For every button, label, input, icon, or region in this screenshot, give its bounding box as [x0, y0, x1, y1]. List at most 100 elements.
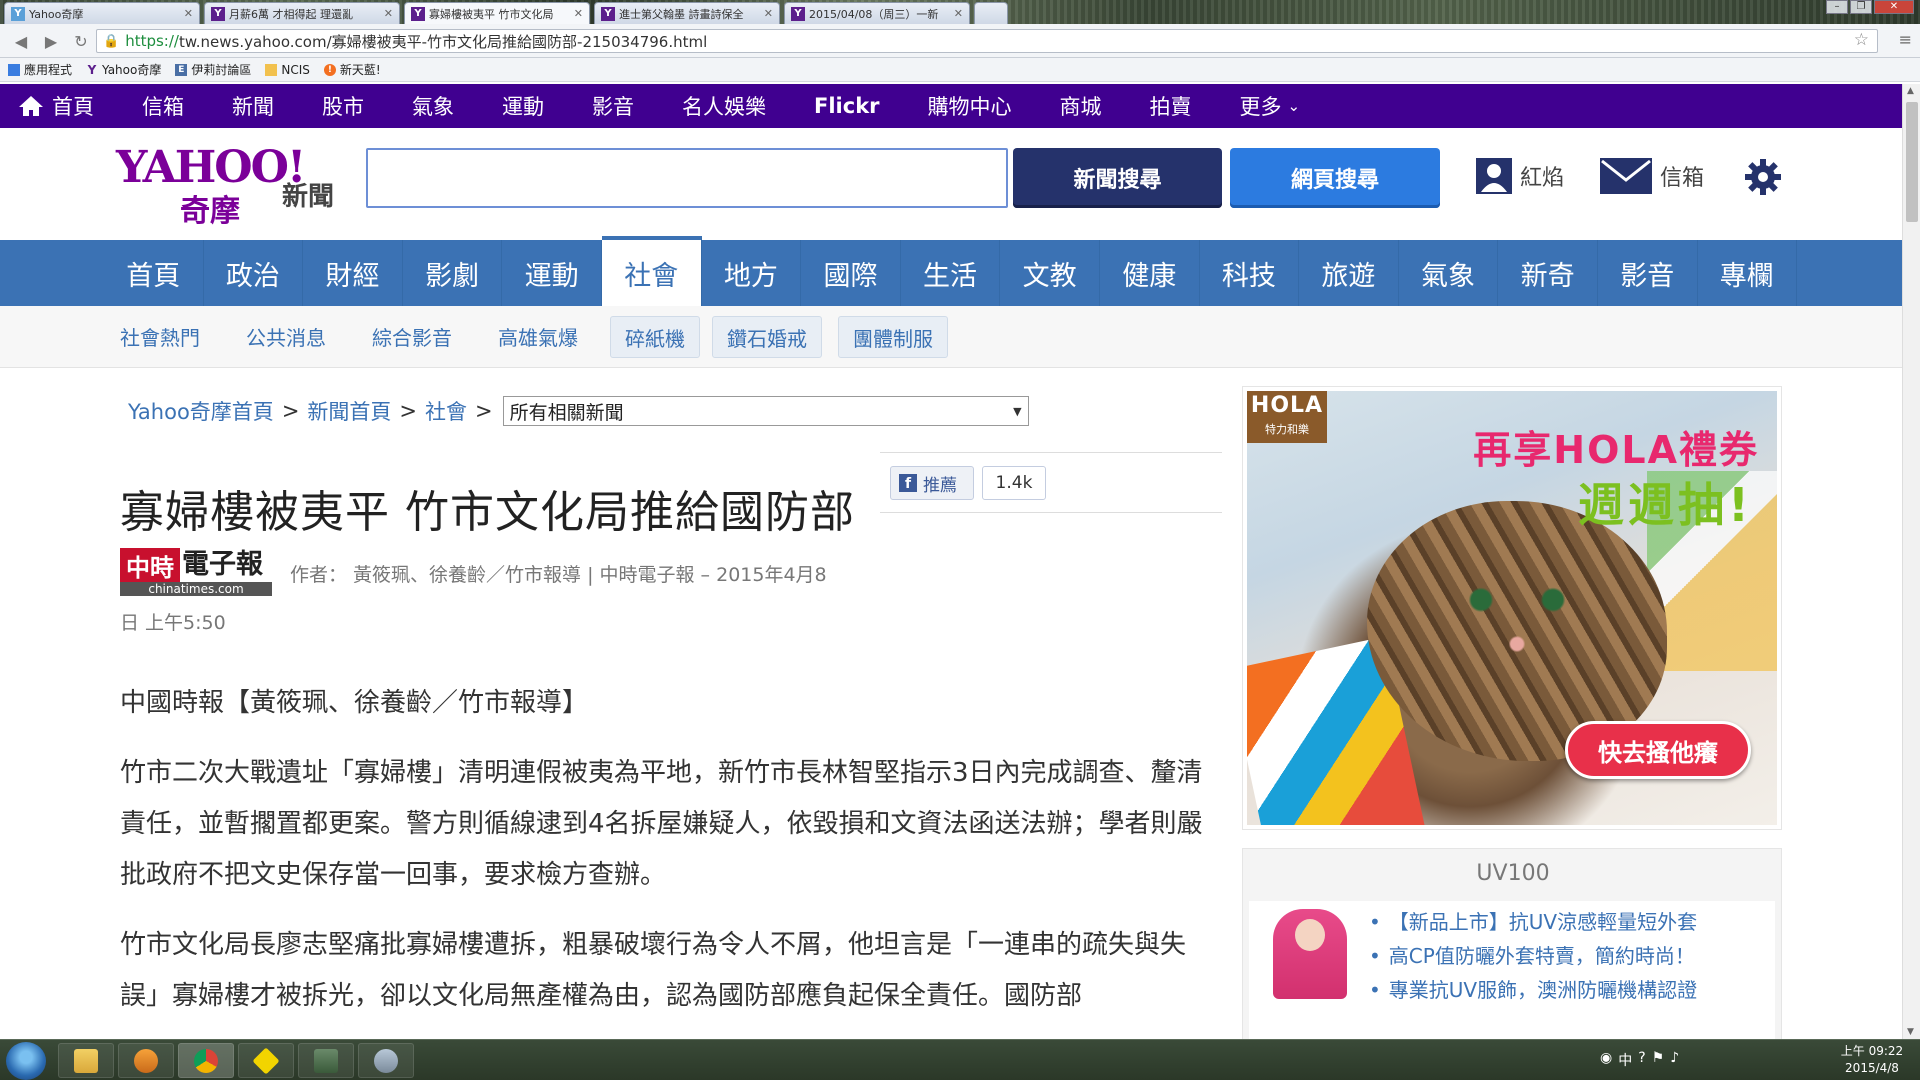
uv100-item[interactable]: 高CP值防曬外套特賣，簡約時尚！ — [1369, 939, 1697, 973]
tray-help-icon[interactable]: ? — [1638, 1050, 1645, 1070]
subnav-ring[interactable]: 鑽石婚戒 — [712, 316, 822, 358]
tools-icon — [374, 1048, 398, 1073]
subnav-public[interactable]: 公共消息 — [246, 322, 326, 351]
browser-tab-active[interactable]: Y 寡婦樓被夷平 竹市文化局 ✕ — [404, 2, 590, 24]
nav-item-local[interactable]: 地方 — [702, 240, 802, 306]
nav-item-politics[interactable]: 政治 — [204, 240, 304, 306]
taskbar-app-tools[interactable] — [358, 1043, 414, 1078]
nav-item-international[interactable]: 國際 — [801, 240, 901, 306]
topbar-shopping[interactable]: 購物中心 — [928, 91, 1012, 121]
browser-tab[interactable]: Y 進士第父翰墨 詩畫詩保全 ✕ — [594, 2, 780, 24]
news-search-button[interactable]: 新聞搜尋 — [1013, 148, 1222, 208]
related-news-select[interactable]: 所有相關新聞 ▼ — [502, 396, 1029, 426]
source-logo[interactable]: 中時 電子報 chinatimes.com — [120, 548, 272, 596]
topbar-mall[interactable]: 商城 — [1060, 91, 1102, 121]
subnav-shredder[interactable]: 碎紙機 — [610, 316, 700, 358]
tab-close-icon[interactable]: ✕ — [574, 7, 583, 20]
subnav-kaohsiung[interactable]: 高雄氣爆 — [498, 322, 578, 351]
browser-tab[interactable]: Y 月薪6萬 才相得起 理還亂 ✕ — [204, 2, 400, 24]
bookmark-apps[interactable]: ▦ 應用程式 — [8, 61, 72, 78]
restore-icon[interactable]: ❐ — [1850, 0, 1872, 14]
back-icon[interactable]: ◀ — [8, 28, 34, 54]
taskbar-clock[interactable]: 上午 09:22 2015/4/8 — [1830, 1043, 1914, 1077]
topbar-video[interactable]: 影音 — [592, 91, 634, 121]
breadcrumb-society[interactable]: 社會 — [425, 396, 467, 426]
jacket-thumbnail[interactable] — [1273, 909, 1347, 999]
nav-item-tech[interactable]: 科技 — [1200, 240, 1300, 306]
scroll-up-icon[interactable]: ▲ — [1907, 86, 1914, 96]
tab-close-icon[interactable]: ✕ — [384, 7, 393, 20]
taskbar-explorer[interactable] — [58, 1043, 114, 1078]
nav-item-life[interactable]: 生活 — [901, 240, 1001, 306]
mail-link[interactable]: 信箱 — [1600, 158, 1704, 194]
yahoo-news-logo[interactable]: YAHOO! 奇摩 新聞 — [116, 146, 336, 230]
topbar-news[interactable]: 新聞 — [232, 91, 274, 121]
nav-item-weather[interactable]: 氣象 — [1399, 240, 1499, 306]
address-bar[interactable]: 🔒 https:// tw.news.yahoo.com/寡婦樓被夷平-竹市文化… — [96, 29, 1878, 53]
bookmark-eyny[interactable]: E 伊莉討論區 — [175, 61, 251, 78]
nav-item-video[interactable]: 影音 — [1598, 240, 1698, 306]
start-button[interactable] — [6, 1042, 46, 1080]
nav-item-entertainment[interactable]: 影劇 — [403, 240, 503, 306]
nav-item-odd[interactable]: 新奇 — [1498, 240, 1598, 306]
nav-item-society[interactable]: 社會 — [601, 236, 702, 306]
topbar-weather[interactable]: 氣象 — [412, 91, 454, 121]
tray-volume-icon[interactable]: ♪ — [1670, 1050, 1679, 1070]
topbar-mail[interactable]: 信箱 — [142, 91, 184, 121]
bookmark-yahoo[interactable]: Y Yahoo奇摩 — [86, 61, 162, 78]
tray-network-icon[interactable]: ◉ — [1600, 1050, 1612, 1070]
facebook-like-button[interactable]: f 推薦 — [890, 466, 974, 500]
taskbar-chrome[interactable] — [178, 1043, 234, 1078]
tab-close-icon[interactable]: ✕ — [184, 7, 193, 20]
bookmark-star-icon[interactable]: ☆ — [1854, 30, 1869, 50]
reload-icon[interactable]: ↻ — [68, 28, 94, 54]
breadcrumb-yahoo-home[interactable]: Yahoo奇摩首頁 — [128, 396, 274, 426]
subnav-hot[interactable]: 社會熱門 — [120, 322, 200, 351]
topbar-home[interactable]: 首頁 — [18, 91, 94, 121]
ad-cta-button[interactable]: 快去搔他癢 — [1565, 721, 1751, 779]
forward-icon[interactable]: ▶ — [38, 28, 64, 54]
nav-item-health[interactable]: 健康 — [1100, 240, 1200, 306]
uv100-item[interactable]: 專業抗UV服飾，澳洲防曬機構認證 — [1369, 973, 1697, 1007]
tray-flag-icon[interactable]: ⚑ — [1652, 1050, 1665, 1070]
topbar-auction[interactable]: 拍賣 — [1150, 91, 1192, 121]
chrome-menu-icon[interactable]: ≡ — [1899, 30, 1912, 49]
tray-ime-indicator[interactable]: 中 — [1618, 1050, 1632, 1070]
topbar-more[interactable]: 更多 ⌄ — [1240, 91, 1301, 121]
hola-ad[interactable]: HOLA 特力和樂 再享HOLA禮券 週週抽! 快去搔他癢 — [1242, 386, 1782, 830]
browser-tab[interactable]: Y 2015/04/08（周三）一新 ✕ — [784, 2, 970, 24]
nav-item-sports[interactable]: 運動 — [502, 240, 602, 306]
subnav-video[interactable]: 綜合影音 — [372, 322, 452, 351]
topbar-sports[interactable]: 運動 — [502, 91, 544, 121]
taskbar-media-player[interactable] — [118, 1043, 174, 1078]
topbar-celebrity[interactable]: 名人娛樂 — [682, 91, 766, 121]
topbar-stock[interactable]: 股市 — [322, 91, 364, 121]
settings-button[interactable] — [1744, 158, 1782, 200]
bookmark-tianlan[interactable]: ! 新天藍! — [323, 61, 381, 78]
nav-item-culture[interactable]: 文教 — [1000, 240, 1100, 306]
nav-item-finance[interactable]: 財經 — [303, 240, 403, 306]
window-close-icon[interactable]: ✕ — [1874, 0, 1914, 14]
nav-item-travel[interactable]: 旅遊 — [1299, 240, 1399, 306]
new-tab-button[interactable] — [974, 2, 1008, 24]
nav-item-home[interactable]: 首頁 — [104, 240, 204, 306]
scroll-down-icon[interactable]: ▼ — [1907, 1027, 1914, 1037]
tab-close-icon[interactable]: ✕ — [954, 7, 963, 20]
minimize-icon[interactable]: – — [1826, 0, 1848, 14]
breadcrumb-news-home[interactable]: 新聞首頁 — [307, 396, 391, 426]
topbar-flickr[interactable]: Flickr — [814, 94, 880, 118]
user-profile-link[interactable]: 紅焰 — [1476, 158, 1564, 194]
scrollbar-thumb[interactable] — [1906, 102, 1918, 222]
subnav-uniform[interactable]: 團體制服 — [838, 316, 948, 358]
uv100-item[interactable]: 【新品上市】抗UV涼感輕量短外套 — [1369, 905, 1697, 939]
web-search-button[interactable]: 網頁搜尋 — [1230, 148, 1440, 208]
nav-item-column[interactable]: 專欄 — [1698, 240, 1798, 306]
taskbar-app-monitor[interactable] — [298, 1043, 354, 1078]
breadcrumb-separator: > — [399, 399, 418, 423]
taskbar-app-yellow[interactable] — [238, 1043, 294, 1078]
tab-close-icon[interactable]: ✕ — [764, 7, 773, 20]
browser-tab[interactable]: Y Yahoo奇摩 ✕ — [4, 2, 200, 24]
search-input[interactable] — [368, 150, 1006, 206]
page-scrollbar[interactable]: ▲ ▼ — [1902, 84, 1920, 1039]
bookmark-ncis[interactable]: NCIS — [265, 63, 310, 77]
